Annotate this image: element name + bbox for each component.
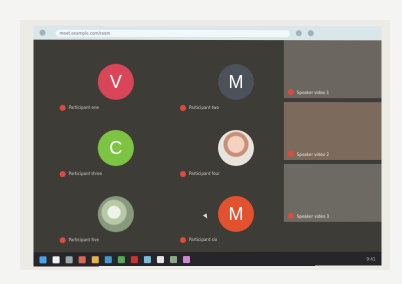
address-bar[interactable]: meet.example.com/room xyxy=(55,29,290,37)
participant-name: Participant two xyxy=(188,104,219,111)
video-name: Speaker video 1 xyxy=(296,89,329,95)
mic-muted-icon xyxy=(287,89,294,96)
video-caption: Speaker video 1 xyxy=(287,89,329,96)
participant-name-tag: Participant six xyxy=(179,236,218,243)
video-caption: Speaker video 3 xyxy=(287,212,329,219)
participant-name: Participant three xyxy=(68,171,103,177)
taskbar-app-icon[interactable] xyxy=(117,255,125,263)
participant-avatar xyxy=(217,130,254,166)
mic-muted-icon xyxy=(179,170,186,177)
speaker-video[interactable]: Speaker video 2 xyxy=(283,102,382,160)
participant-avatar: M xyxy=(217,64,254,101)
taskbar-app-icon[interactable] xyxy=(39,255,47,263)
video-caption: Speaker video 2 xyxy=(287,150,329,157)
mic-muted-icon xyxy=(59,104,66,111)
participant-avatar xyxy=(97,196,134,233)
profile-icon[interactable] xyxy=(307,30,314,37)
mic-muted-icon xyxy=(287,212,294,219)
taskbar-app-icon[interactable] xyxy=(78,255,86,263)
participant-tile[interactable]: M Participant two xyxy=(176,50,296,116)
participant-name-tag: Participant two xyxy=(179,104,219,111)
taskbar-app-icon[interactable] xyxy=(169,255,177,263)
taskbar-app-icon[interactable] xyxy=(52,255,60,263)
participant-name-tag: Participant five xyxy=(59,236,99,243)
mic-muted-icon xyxy=(179,104,186,111)
taskbar-app-icon[interactable] xyxy=(156,255,164,263)
participant-name-tag: Participant one xyxy=(59,104,99,111)
video-name: Speaker video 3 xyxy=(296,213,329,219)
photo-frame: meet.example.com/room V Participant one M P… xyxy=(20,20,390,270)
taskbar-app-icon[interactable] xyxy=(130,255,138,263)
taskbar-app-icon[interactable] xyxy=(65,255,73,263)
browser-menu-icon[interactable] xyxy=(39,29,46,36)
taskbar: 9:41 xyxy=(33,251,382,267)
mic-muted-icon xyxy=(179,236,186,243)
speaker-video[interactable]: Speaker video 3 xyxy=(283,163,382,222)
participant-name: Participant four xyxy=(188,170,220,177)
speaker-video[interactable]: Speaker video 1 xyxy=(283,40,382,99)
participant-avatar: M xyxy=(217,195,254,232)
participant-name: Participant one xyxy=(68,104,99,110)
participant-name: Participant five xyxy=(68,237,99,243)
taskbar-app-icon[interactable] xyxy=(91,255,99,263)
extension-icon[interactable] xyxy=(295,30,302,37)
video-name: Speaker video 2 xyxy=(296,151,329,157)
participant-tile[interactable]: V Participant one xyxy=(56,50,176,116)
projected-screen: meet.example.com/room V Participant one M P… xyxy=(33,25,382,267)
video-sidebar: Speaker video 1 Speaker video 2 Speaker vi… xyxy=(283,40,382,240)
participant-name-tag: Participant three xyxy=(59,170,103,177)
mic-muted-icon xyxy=(59,236,66,243)
mic-muted-icon xyxy=(287,150,294,157)
participant-tile[interactable]: Participant five xyxy=(56,182,176,248)
mic-muted-icon xyxy=(59,170,66,177)
participant-avatar: C xyxy=(97,129,134,167)
participant-grid: V Participant one M Participant two C Partici… xyxy=(56,50,296,251)
taskbar-app-icon[interactable] xyxy=(143,255,151,263)
participant-name: Participant six xyxy=(188,236,218,243)
taskbar-app-icon[interactable] xyxy=(182,255,190,263)
participant-tile[interactable]: Participant four xyxy=(176,116,296,182)
participant-name-tag: Participant four xyxy=(179,170,220,177)
participant-tile[interactable]: C Participant three xyxy=(56,116,176,182)
browser-toolbar: meet.example.com/room xyxy=(33,25,382,41)
participant-tile[interactable]: M Participant six xyxy=(176,182,296,248)
taskbar-app-icon[interactable] xyxy=(104,255,112,263)
taskbar-clock: 9:41 xyxy=(366,256,376,262)
participant-avatar: V xyxy=(97,63,134,100)
